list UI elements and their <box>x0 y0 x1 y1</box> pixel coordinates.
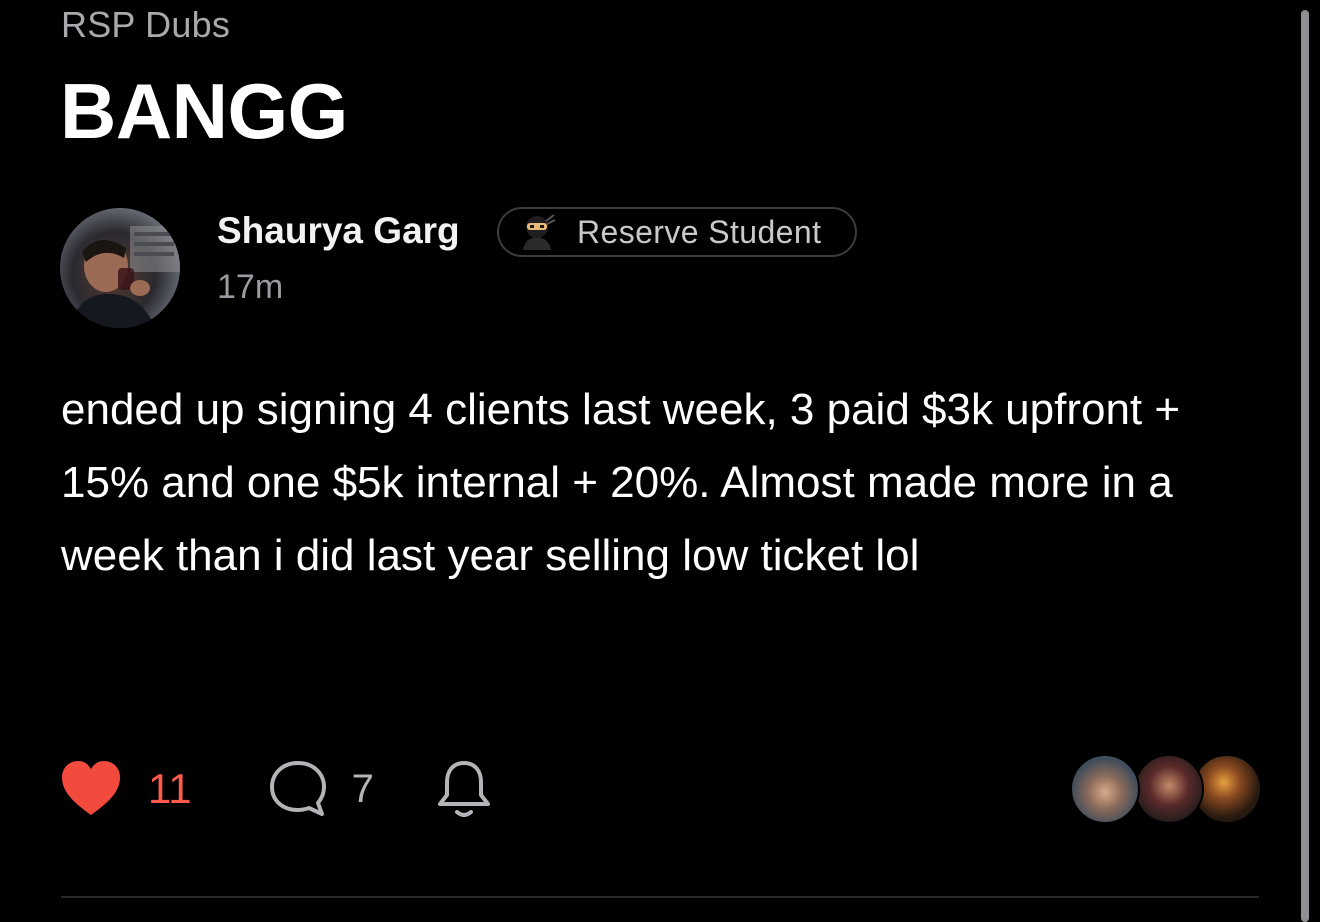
comment-bubble-icon[interactable] <box>266 757 330 821</box>
reactor-avatar <box>1070 754 1140 824</box>
author-avatar[interactable] <box>60 208 180 328</box>
role-badge: Reserve Student <box>497 207 857 257</box>
author-name[interactable]: Shaurya Garg <box>217 210 460 252</box>
post-body: ended up signing 4 clients last week, 3 … <box>61 385 1181 580</box>
post-title: BANGG <box>60 67 348 155</box>
ninja-icon <box>517 212 557 252</box>
like-count[interactable]: 11 <box>148 765 192 813</box>
avatar-photo <box>68 226 180 328</box>
scrollbar[interactable] <box>1301 10 1309 922</box>
post-timestamp: 17m <box>217 268 284 306</box>
reactor-avatar <box>1134 754 1204 824</box>
post-actions: 11 7 <box>60 756 494 822</box>
role-badge-label: Reserve Student <box>577 213 822 250</box>
comment-count[interactable]: 7 <box>352 767 374 812</box>
channel-name[interactable]: RSP Dubs <box>61 4 230 46</box>
reactor-avatars[interactable] <box>1070 754 1262 824</box>
bell-icon[interactable] <box>434 757 494 821</box>
heart-icon[interactable] <box>60 759 122 819</box>
post-divider <box>61 896 1259 898</box>
